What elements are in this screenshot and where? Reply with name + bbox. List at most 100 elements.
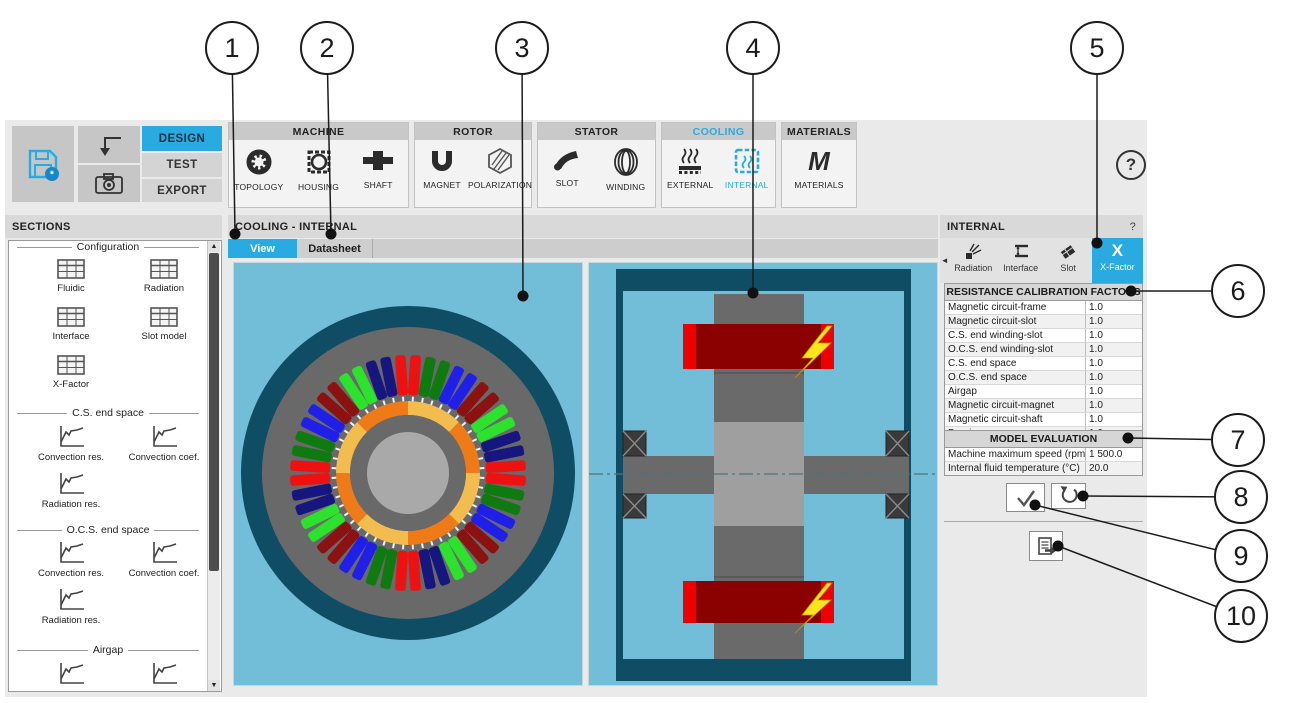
help-button[interactable]: ? — [1116, 150, 1146, 180]
sidebar-item-airgap-2[interactable] — [121, 661, 207, 685]
tab-view[interactable]: View — [228, 239, 297, 258]
axial-viewport[interactable] — [588, 262, 938, 686]
row-label: Magnetic circuit-frame — [945, 301, 1086, 314]
sidebar-item-fluidic[interactable]: Fluidic — [28, 259, 114, 294]
internal-cooling-icon — [734, 148, 760, 174]
toolbar-item-label: HOUSING — [297, 182, 340, 192]
callout-5: 5 — [1070, 21, 1124, 75]
toolbar-item-external-cooling[interactable]: EXTERNAL — [662, 147, 719, 190]
sidebar-item-ocs-convection-res[interactable]: Convection res. — [28, 540, 114, 579]
panel-tab-radiation[interactable]: Radiation — [949, 238, 996, 283]
toolbar-item-internal-cooling[interactable]: INTERNAL — [719, 147, 776, 190]
row-label: C.S. end winding-slot — [945, 329, 1086, 342]
sidebar-item-cs-convection-coef[interactable]: Convection coef. — [121, 424, 207, 463]
row-label: Magnetic circuit-shaft — [945, 413, 1086, 426]
table-grid-icon — [150, 307, 178, 327]
curve-chart-icon — [60, 663, 84, 684]
toolbar-item-shaft[interactable]: SHAFT — [348, 147, 408, 190]
table-row: C.S. end space 1.0 — [945, 357, 1142, 371]
table-row: O.C.S. end space 1.0 — [945, 371, 1142, 385]
callout-3: 3 — [495, 21, 549, 75]
radial-viewport[interactable] — [233, 262, 583, 686]
import-arrow-button[interactable] — [78, 126, 140, 163]
row-value[interactable]: 1 500.0 — [1086, 448, 1142, 461]
radiation-icon — [966, 243, 982, 259]
toolbar-item-slot[interactable]: SLOT — [538, 147, 597, 188]
scroll-up-icon[interactable]: ▲ — [208, 241, 220, 252]
toolbar-item-polarization[interactable]: POLARIZATION — [468, 147, 532, 190]
row-value[interactable]: 20.0 — [1086, 462, 1142, 475]
row-value[interactable]: 1.0 — [1086, 357, 1142, 370]
toolbar-item-housing[interactable]: HOUSING — [289, 147, 349, 192]
machine-group: MACHINE TOPOLOGY HOUSING SHAFT — [228, 122, 409, 208]
check-icon — [1016, 489, 1035, 507]
row-value[interactable]: 1.0 — [1086, 343, 1142, 356]
row-value[interactable]: 1.0 — [1086, 301, 1142, 314]
toolbar-item-winding[interactable]: WINDING — [597, 147, 656, 192]
toolbar-item-magnet[interactable]: MAGNET — [415, 147, 469, 190]
tabs-scroll-left-icon[interactable]: ◄ — [940, 238, 949, 283]
sidebar-item-ocs-radiation-res[interactable]: Radiation res. — [28, 587, 114, 626]
panel-tabstrip: ◄ Radiation Interface Slot X X-Factor — [940, 238, 1144, 283]
callout-2: 2 — [300, 21, 354, 75]
sections-header: SECTIONS — [5, 215, 222, 238]
toolbar-item-label: MAGNET — [423, 180, 461, 190]
resistance-calibration-table: RESISTANCE CALIBRATION FACTORS Magnetic … — [944, 283, 1143, 441]
export-report-button[interactable] — [1029, 531, 1063, 561]
winding-icon — [613, 148, 638, 176]
row-value[interactable]: 1.0 — [1086, 371, 1142, 384]
tab-datasheet[interactable]: Datasheet — [297, 239, 373, 258]
scroll-down-icon[interactable]: ▼ — [208, 680, 220, 691]
table-row: Machine maximum speed (rpm) 1 500.0 — [945, 448, 1142, 462]
toolbar-item-topology[interactable]: TOPOLOGY — [229, 147, 289, 192]
table-grid-icon — [57, 355, 85, 375]
row-value[interactable]: 1.0 — [1086, 385, 1142, 398]
model-evaluation-table: MODEL EVALUATION Machine maximum speed (… — [944, 430, 1143, 476]
cooling-group: COOLING EXTERNAL INTERNAL — [661, 122, 776, 208]
save-button[interactable]: * — [12, 126, 74, 202]
corner-arrow-icon — [100, 136, 121, 156]
test-mode-button[interactable]: TEST — [142, 153, 222, 177]
sidebar-item-cs-convection-res[interactable]: Convection res. — [28, 424, 114, 463]
curve-chart-icon — [153, 542, 177, 563]
row-value[interactable]: 1.0 — [1086, 329, 1142, 342]
sidebar-item-slot-model[interactable]: Slot model — [121, 307, 207, 342]
sidebar-item-ocs-convection-coef[interactable]: Convection coef. — [121, 540, 207, 579]
sidebar-item-cs-radiation-res[interactable]: Radiation res. — [28, 471, 114, 510]
callout-9: 9 — [1214, 529, 1268, 583]
row-label: Magnetic circuit-slot — [945, 315, 1086, 328]
apply-button[interactable] — [1006, 483, 1045, 512]
row-value[interactable]: 1.0 — [1086, 413, 1142, 426]
panel-tab-x-factor[interactable]: X X-Factor — [1091, 238, 1144, 283]
slot-icon — [554, 151, 579, 171]
curve-chart-icon — [60, 426, 84, 447]
toolbar-item-label: SLOT — [555, 178, 579, 188]
export-mode-button[interactable]: EXPORT — [142, 179, 222, 202]
toolbar-item-materials[interactable]: M MATERIALS — [788, 147, 850, 190]
sidebar-item-x-factor[interactable]: X-Factor — [28, 355, 114, 390]
screenshot-button[interactable] — [78, 165, 140, 202]
sidebar-item-radiation[interactable]: Radiation — [121, 259, 207, 294]
panel-tab-interface[interactable]: Interface — [997, 238, 1044, 283]
row-value[interactable]: 1.0 — [1086, 315, 1142, 328]
design-mode-button[interactable]: DESIGN — [142, 126, 222, 151]
table-grid-icon — [57, 259, 85, 279]
sidebar-item-interface[interactable]: Interface — [28, 307, 114, 342]
svg-text:*: * — [50, 170, 54, 181]
materials-group-header: MATERIALS — [782, 123, 856, 140]
panel-tab-slot[interactable]: Slot — [1044, 238, 1091, 283]
group-legend: Airgap — [17, 644, 199, 656]
curve-chart-icon — [60, 542, 84, 563]
sidebar-scrollbar[interactable]: ▲ ▼ — [207, 241, 220, 691]
scrollbar-thumb[interactable] — [209, 253, 219, 571]
sidebar-item-airgap-1[interactable] — [28, 661, 114, 685]
toolbar-item-label: INTERNAL — [724, 180, 769, 190]
table-row: Internal fluid temperature (°C) 20.0 — [945, 462, 1142, 475]
rotor-group-header: ROTOR — [415, 123, 531, 140]
main-view-title: COOLING - INTERNAL — [228, 215, 938, 238]
row-value[interactable]: 1.0 — [1086, 399, 1142, 412]
panel-header: INTERNAL ? — [940, 215, 1143, 238]
reset-button[interactable] — [1051, 483, 1086, 509]
panel-help-button[interactable]: ? — [1130, 221, 1136, 233]
resistance-table-rows: Magnetic circuit-frame 1.0 Magnetic circui… — [945, 301, 1142, 440]
